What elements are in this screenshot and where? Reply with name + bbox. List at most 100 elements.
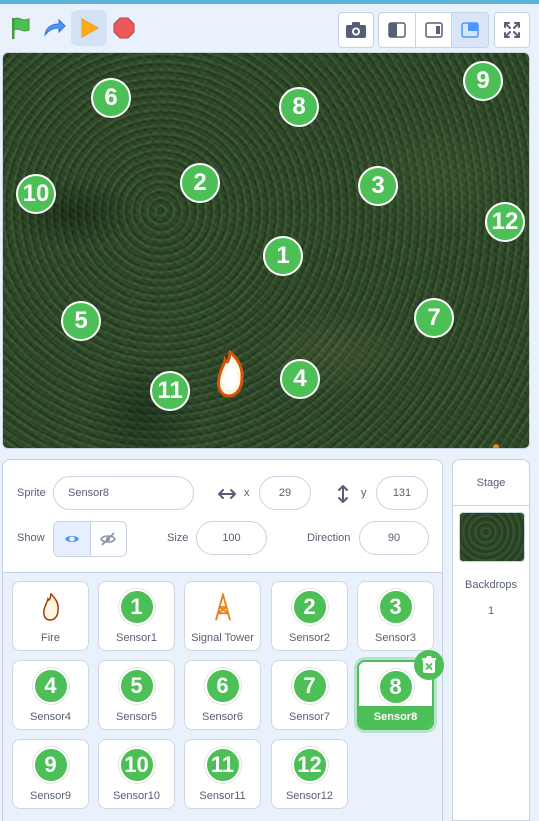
sprite-tile-label: Sensor3: [375, 632, 416, 644]
camera-button[interactable]: [338, 12, 374, 48]
sprite-tile-label: Sensor5: [116, 711, 157, 723]
sprite-tile-sensor5[interactable]: 5 Sensor5: [98, 660, 175, 730]
sprite-name-field[interactable]: Sensor8: [53, 476, 194, 510]
sprite-tile-sensor2[interactable]: 2 Sensor2: [271, 581, 348, 651]
x-position-field[interactable]: 29: [259, 476, 311, 510]
backdrops-count: 1: [487, 605, 495, 617]
sprite-thumb: 10: [99, 746, 174, 784]
sprite-thumb: 4: [13, 667, 88, 705]
sprite-tile-label: Signal Tower: [191, 632, 254, 644]
small-stage-icon: [388, 22, 406, 38]
sensor-10-sprite[interactable]: 10: [16, 174, 56, 214]
green-flag-button[interactable]: [2, 10, 38, 46]
sprite-tile-label: Fire: [41, 632, 60, 644]
sprite-tile-label: Sensor2: [289, 632, 330, 644]
signal-tower-icon: [214, 593, 231, 621]
sensor-4-sprite[interactable]: 4: [280, 359, 320, 399]
delete-sprite-button[interactable]: [414, 650, 444, 680]
sprite-tile-sensor7[interactable]: 7 Sensor7: [271, 660, 348, 730]
sensor-7-sprite[interactable]: 7: [414, 298, 454, 338]
size-field[interactable]: 100: [196, 521, 267, 555]
sensor-2-sprite[interactable]: 2: [180, 163, 220, 203]
sensor-badge: 10: [118, 747, 155, 783]
sprite-tile-sensor4[interactable]: 4 Sensor4: [12, 660, 89, 730]
sprite-tile-label: Sensor1: [116, 632, 157, 644]
sprite-tile-sensor8[interactable]: 8 Sensor8: [357, 650, 444, 730]
sensor-badge: 11: [204, 747, 241, 783]
sprite-tile-sensor9[interactable]: 9 Sensor9: [12, 739, 89, 809]
sensor-badge: 6: [204, 668, 241, 704]
sprite-tile-signal-tower[interactable]: Signal Tower: [184, 581, 261, 651]
sprite-name-label: Sprite: [17, 487, 46, 499]
sprite-tile-label: Sensor10: [112, 790, 161, 802]
sprite-thumb: 2: [272, 588, 347, 626]
sensor-badge: 5: [118, 668, 155, 704]
custom-stage-button[interactable]: [452, 13, 488, 47]
sensor-9-sprite[interactable]: 9: [463, 61, 503, 101]
sprite-thumb: 3: [358, 588, 433, 626]
play-icon: [81, 18, 100, 38]
stage-size-modes: [378, 12, 489, 48]
sensor-badge: 2: [291, 589, 328, 625]
sensor-badge: 8: [377, 669, 414, 705]
large-stage-button[interactable]: [416, 13, 453, 47]
stop-button[interactable]: [106, 10, 142, 46]
sensor-1-sprite[interactable]: 1: [263, 236, 303, 276]
fire-sprite[interactable]: [215, 350, 245, 398]
sprite-tile-sensor12[interactable]: 12 Sensor12: [271, 739, 348, 809]
sprite-thumb: 5: [99, 667, 174, 705]
fullscreen-button[interactable]: [494, 12, 530, 48]
sensor-8-sprite[interactable]: 8: [279, 87, 319, 127]
sprite-tile-label: Sensor11: [199, 790, 246, 802]
stage-thumbnail[interactable]: [459, 512, 525, 562]
fire-icon: [42, 593, 59, 621]
stage-canvas[interactable]: 1 2 3 4 5 6 7 8 9 10 11 12: [2, 52, 530, 449]
green-flag-icon: [12, 17, 30, 39]
sprite-tile-sensor3[interactable]: 3 Sensor3: [357, 581, 434, 651]
sensor-badge: 3: [377, 589, 414, 625]
sensor-3-sprite[interactable]: 3: [358, 166, 398, 206]
sensor-6-sprite[interactable]: 6: [91, 78, 131, 118]
stage-toolbar: [0, 4, 539, 52]
sprite-info-pane: Sprite Sensor8 x 29 y 131 Show Size 100 …: [2, 459, 444, 821]
x-arrows-icon: [218, 489, 236, 499]
direction-field[interactable]: 90: [359, 521, 429, 555]
sprite-tile-fire[interactable]: Fire: [12, 581, 89, 651]
camera-icon: [346, 22, 366, 38]
sensor-5-sprite[interactable]: 5: [61, 301, 101, 341]
sprite-tile-sensor6[interactable]: 6 Sensor6: [184, 660, 261, 730]
direction-label: Direction: [307, 532, 351, 544]
sprite-tile-sensor11[interactable]: 11 Sensor11: [184, 739, 261, 809]
play-button[interactable]: [71, 10, 107, 46]
show-toggle-group: [53, 521, 127, 557]
custom-stage-icon: [461, 22, 479, 38]
sprite-tile-label: Sensor8: [359, 706, 432, 728]
sprite-thumb: 7: [272, 667, 347, 705]
sprite-list: Fire 1 Sensor1 Signal Tower 2 Sensor2 3 …: [3, 572, 444, 821]
turbo-button[interactable]: [36, 10, 72, 46]
sensor-badge: 4: [32, 668, 69, 704]
sensor-badge: 7: [291, 668, 328, 704]
eye-icon: [64, 536, 79, 542]
sprite-thumb: 11: [185, 746, 260, 784]
sprite-tile-sensor10[interactable]: 10 Sensor10: [98, 739, 175, 809]
y-position-field[interactable]: 131: [376, 476, 428, 510]
show-visible-button[interactable]: [54, 522, 91, 556]
small-stage-button[interactable]: [379, 13, 416, 47]
stop-icon: [113, 17, 135, 39]
trash-icon: [422, 656, 436, 673]
signal-tower-sprite[interactable]: [477, 443, 515, 449]
y-arrows-icon: [338, 485, 348, 503]
sprite-tile-label: Sensor9: [30, 790, 71, 802]
eye-slash-icon: [100, 532, 117, 546]
sprite-tile-sensor1[interactable]: 1 Sensor1: [98, 581, 175, 651]
show-hidden-button[interactable]: [91, 522, 127, 556]
sensor-12-sprite[interactable]: 12: [485, 202, 525, 242]
stage-header: Stage: [453, 460, 529, 506]
sprite-thumb: 1: [99, 588, 174, 626]
stage-pane[interactable]: Stage Backdrops 1: [452, 459, 530, 821]
sensor-11-sprite[interactable]: 11: [150, 371, 190, 411]
y-label: y: [361, 487, 367, 499]
sensor-badge: 1: [118, 589, 155, 625]
sprite-thumb: 12: [272, 746, 347, 784]
